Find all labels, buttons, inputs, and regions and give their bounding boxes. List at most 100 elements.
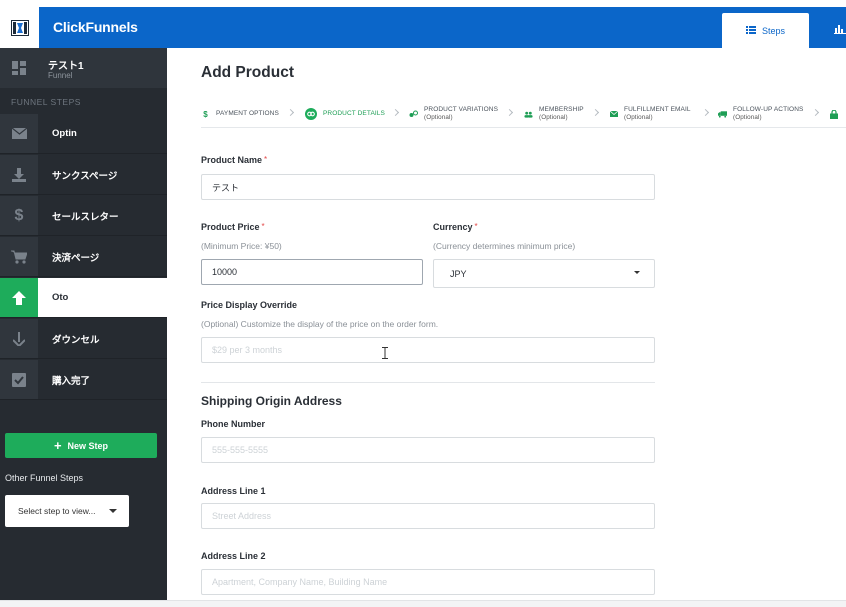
- wizard-step-optional: (Optional): [624, 114, 653, 121]
- sidebar-step-label: Optin: [52, 128, 77, 139]
- sidebar-step-label: 決済ページ: [52, 252, 100, 264]
- funnel-header[interactable]: テスト1 Funnel: [0, 48, 167, 88]
- dollar-icon: $: [203, 109, 208, 119]
- wizard-step-membership[interactable]: MEMBERSHIP (Optional): [524, 101, 584, 127]
- wizard-step-label: FULFILLMENT EMAIL: [624, 106, 691, 113]
- product-wizard-steps: $ PAYMENT OPTIONS PRODUCT DETAILS PRODUC…: [201, 101, 846, 127]
- text-cursor-icon: [382, 346, 388, 359]
- wizard-step-product-variations[interactable]: PRODUCT VARIATIONS (Optional): [409, 101, 498, 127]
- sidebar-step-label: サンクスページ: [52, 170, 118, 182]
- sidebar: テスト1 Funnel FUNNEL STEPS Optin サンクスページ $…: [0, 48, 167, 607]
- currency-value: JPY: [450, 268, 467, 279]
- wizard-step-payment-options[interactable]: $ PAYMENT OPTIONS: [201, 101, 279, 127]
- address-line-2-placeholder: Apartment, Company Name, Building Name: [212, 577, 388, 587]
- wizard-step-optional: (Optional): [539, 114, 568, 121]
- wizard-step-label: MEMBERSHIP: [539, 106, 584, 113]
- bottom-status-strip: [0, 600, 846, 607]
- chevron-right-icon: [811, 108, 820, 117]
- shipping-origin-title: Shipping Origin Address: [201, 394, 342, 408]
- sidebar-step-optin[interactable]: Optin: [0, 114, 167, 154]
- sidebar-step-downsell[interactable]: ダウンセル: [0, 319, 167, 359]
- chevron-down-icon: [634, 271, 640, 274]
- wizard-step-more[interactable]: [829, 101, 838, 127]
- chevron-down-icon: [109, 509, 117, 513]
- sidebar-step-oto[interactable]: Oto: [0, 278, 167, 318]
- chevron-right-icon: [505, 108, 514, 117]
- wizard-step-optional: (Optional): [424, 114, 453, 121]
- phone-number-input[interactable]: 555-555-5555: [201, 437, 655, 463]
- select-step-dropdown[interactable]: Select step to view...: [5, 495, 129, 527]
- wizard-step-label: PAYMENT OPTIONS: [216, 110, 279, 117]
- top-margin: [0, 0, 846, 7]
- address-line-1-label: Address Line 1: [201, 486, 266, 496]
- address-line-2-input[interactable]: Apartment, Company Name, Building Name: [201, 569, 655, 595]
- truck-icon: [718, 110, 727, 119]
- other-funnel-steps-label: Other Funnel Steps: [5, 473, 84, 483]
- chevron-right-icon: [286, 108, 295, 117]
- bar-chart-icon[interactable]: [834, 21, 846, 34]
- phone-number-label: Phone Number: [201, 419, 266, 429]
- funnel-steps-heading: FUNNEL STEPS: [11, 97, 81, 107]
- product-price-input[interactable]: 10000: [201, 259, 423, 285]
- price-override-hint: (Optional) Customize the display of the …: [201, 319, 439, 329]
- product-price-value: 10000: [212, 267, 238, 277]
- new-step-button[interactable]: + New Step: [5, 433, 157, 458]
- funnel-name: テスト1: [48, 61, 84, 72]
- clickfunnels-logo[interactable]: [0, 7, 39, 48]
- cart-icon: [0, 237, 38, 276]
- sidebar-step-purchase-complete[interactable]: 購入完了: [0, 360, 167, 400]
- funnel-type: Funnel: [48, 71, 73, 80]
- tab-steps[interactable]: Steps: [722, 13, 809, 48]
- product-name-input[interactable]: テスト: [201, 174, 655, 200]
- wizard-step-optional: (Optional): [733, 114, 762, 121]
- sidebar-step-label: セールスレター: [52, 211, 119, 223]
- product-name-label: Product Name *: [201, 155, 268, 165]
- address-line-1-placeholder: Street Address: [212, 511, 272, 521]
- brand-name: ClickFunnels: [53, 19, 138, 35]
- dollar-icon: $: [0, 196, 38, 235]
- sidebar-step-thanks[interactable]: サンクスページ: [0, 155, 167, 195]
- select-step-value: Select step to view...: [18, 506, 96, 516]
- currency-hint: (Currency determines minimum price): [433, 241, 576, 251]
- list-icon: [745, 25, 756, 36]
- product-name-value: テスト: [212, 182, 240, 193]
- address-line-2-label: Address Line 2: [201, 551, 266, 561]
- download-icon: [0, 155, 38, 194]
- sidebar-step-sales-letter[interactable]: $ セールスレター: [0, 196, 167, 236]
- chevron-right-icon: [591, 108, 600, 117]
- page-title: Add Product: [201, 64, 294, 81]
- section-divider: [201, 382, 655, 383]
- main-content: Add Product $ PAYMENT OPTIONS PRODUCT DE…: [167, 48, 846, 607]
- price-override-input[interactable]: $29 per 3 months: [201, 337, 655, 363]
- wizard-divider: [201, 127, 846, 128]
- users-icon: [524, 110, 533, 119]
- checkbox-icon: [0, 360, 38, 399]
- phone-number-placeholder: 555-555-5555: [212, 445, 269, 455]
- wizard-step-product-details[interactable]: PRODUCT DETAILS: [305, 101, 385, 127]
- wizard-step-follow-up-actions[interactable]: FOLLOW-UP ACTIONS (Optional): [718, 101, 803, 127]
- variations-icon: [409, 110, 418, 119]
- arrow-up-icon: [0, 278, 38, 317]
- product-price-label: Product Price *: [201, 222, 265, 232]
- wizard-step-label: PRODUCT VARIATIONS: [424, 106, 499, 113]
- dashboard-icon: [0, 48, 38, 88]
- currency-select[interactable]: JPY: [433, 259, 655, 288]
- sidebar-step-label: ダウンセル: [52, 334, 100, 346]
- arrow-down-icon: [0, 319, 38, 358]
- chevron-right-icon: [391, 108, 400, 117]
- wizard-step-fulfillment-email[interactable]: FULFILLMENT EMAIL (Optional): [609, 101, 691, 127]
- sidebar-step-checkout[interactable]: 決済ページ: [0, 237, 167, 277]
- currency-label: Currency *: [433, 222, 478, 232]
- sidebar-step-label: 購入完了: [52, 375, 91, 387]
- sidebar-step-label: Oto: [52, 292, 69, 303]
- price-override-label: Price Display Override: [201, 300, 298, 310]
- wizard-step-label: PRODUCT DETAILS: [323, 110, 385, 117]
- lock-icon: [829, 109, 838, 119]
- envelope-icon: [609, 110, 618, 119]
- wizard-step-label: FOLLOW-UP ACTIONS: [733, 106, 804, 113]
- price-override-placeholder: $29 per 3 months: [212, 345, 283, 355]
- plus-icon: +: [53, 437, 62, 453]
- address-line-1-input[interactable]: Street Address: [201, 503, 655, 529]
- chevron-right-icon: [701, 108, 710, 117]
- top-navigation-bar: ClickFunnels Steps: [0, 7, 846, 48]
